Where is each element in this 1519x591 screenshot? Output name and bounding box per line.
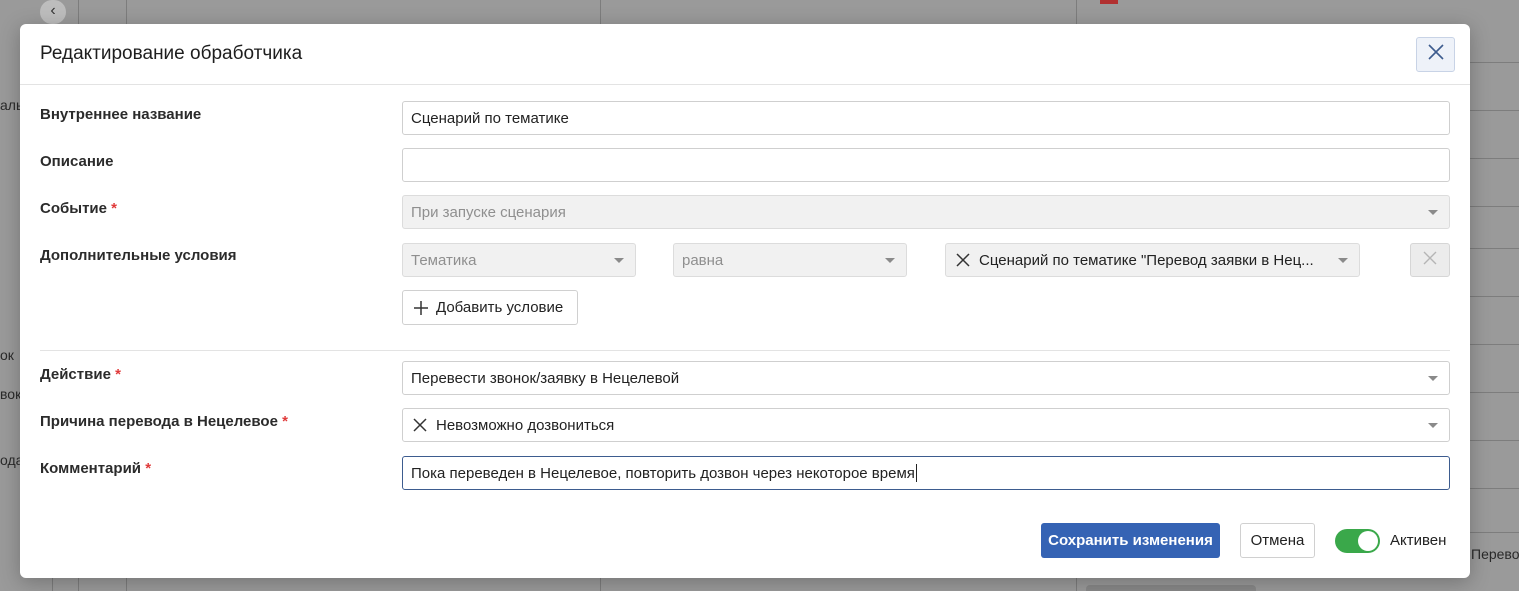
select-value: Невозможно дозвониться [436, 416, 615, 434]
label-text: Внутреннее название [40, 106, 202, 123]
active-toggle[interactable] [1335, 529, 1380, 553]
bg-fragment: ок [0, 347, 14, 363]
clear-icon[interactable] [411, 416, 429, 434]
text-cursor [915, 464, 917, 482]
select-value: Тематика [411, 251, 477, 269]
chevron-down-icon [614, 258, 624, 263]
remove-condition-button[interactable] [1410, 243, 1450, 277]
required-mark: * [145, 460, 152, 477]
close-icon [1422, 250, 1438, 271]
chevron-down-icon [885, 258, 895, 263]
edit-handler-modal: Редактирование обработчика Внутреннее на… [20, 24, 1470, 578]
internal-name-label: Внутреннее название [40, 106, 201, 123]
label-text: Причина перевода в Нецелевое [40, 413, 278, 430]
reason-label: Причина перевода в Нецелевое * [40, 413, 288, 430]
condition-field-select[interactable]: Тематика [402, 243, 636, 277]
select-value: Перевести звонок/заявку в Нецелевой [411, 369, 680, 387]
select-value: Сценарий по тематике "Перевод заявки в Н… [979, 251, 1314, 269]
toggle-knob [1358, 531, 1378, 551]
chevron-down-icon [1428, 210, 1438, 215]
required-mark: * [115, 366, 121, 383]
select-value: равна [682, 251, 724, 269]
input-value: Сценарий по тематике [411, 109, 569, 127]
label-text: Дополнительные условия [40, 247, 237, 264]
label-text: Комментарий [40, 460, 142, 477]
cancel-button[interactable]: Отмена [1240, 523, 1315, 558]
clear-icon[interactable] [954, 251, 972, 269]
save-changes-button[interactable]: Сохранить изменения [1041, 523, 1220, 558]
plus-icon [413, 300, 429, 316]
condition-value-select[interactable]: Сценарий по тематике "Перевод заявки в Н… [945, 243, 1360, 277]
section-divider [40, 350, 1450, 351]
chevron-down-icon [1428, 376, 1438, 381]
comment-label: Комментарий * [40, 460, 151, 477]
modal-header: Редактирование обработчика [20, 24, 1470, 85]
condition-operator-select[interactable]: равна [673, 243, 907, 277]
close-button[interactable] [1416, 37, 1455, 72]
label-text: Действие [40, 366, 111, 383]
add-condition-button[interactable]: Добавить условие [402, 290, 578, 325]
bg-chip [1086, 585, 1256, 591]
select-value: При запуске сценария [411, 203, 566, 221]
input-value: Пока переведен в Нецелевое, повторить до… [411, 464, 915, 482]
reason-select[interactable]: Невозможно дозвониться [402, 408, 1450, 442]
bg-fragment: вок [0, 386, 22, 402]
chevron-down-icon [1428, 423, 1438, 428]
label-text: Событие [40, 200, 107, 217]
required-mark: * [282, 413, 288, 430]
label-text: Описание [40, 153, 114, 170]
action-select[interactable]: Перевести звонок/заявку в Нецелевой [402, 361, 1450, 395]
internal-name-input[interactable]: Сценарий по тематике [402, 101, 1450, 135]
required-mark: * [111, 200, 117, 217]
close-icon [1427, 43, 1445, 66]
chevron-down-icon [1338, 258, 1348, 263]
modal-title: Редактирование обработчика [40, 43, 303, 64]
event-label: Событие * [40, 200, 117, 217]
active-label: Активен [1390, 532, 1447, 549]
bg-back-button[interactable]: ‹ [40, 0, 66, 24]
action-label: Действие * [40, 366, 121, 383]
description-label: Описание [40, 153, 113, 170]
bg-badge [1100, 0, 1118, 4]
event-select[interactable]: При запуске сценария [402, 195, 1450, 229]
description-input[interactable] [402, 148, 1450, 182]
extra-conditions-label: Дополнительные условия [40, 247, 237, 264]
button-label: Добавить условие [436, 299, 564, 316]
bg-fragment: Перево [1471, 546, 1519, 562]
comment-input[interactable]: Пока переведен в Нецелевое, повторить до… [402, 456, 1450, 490]
